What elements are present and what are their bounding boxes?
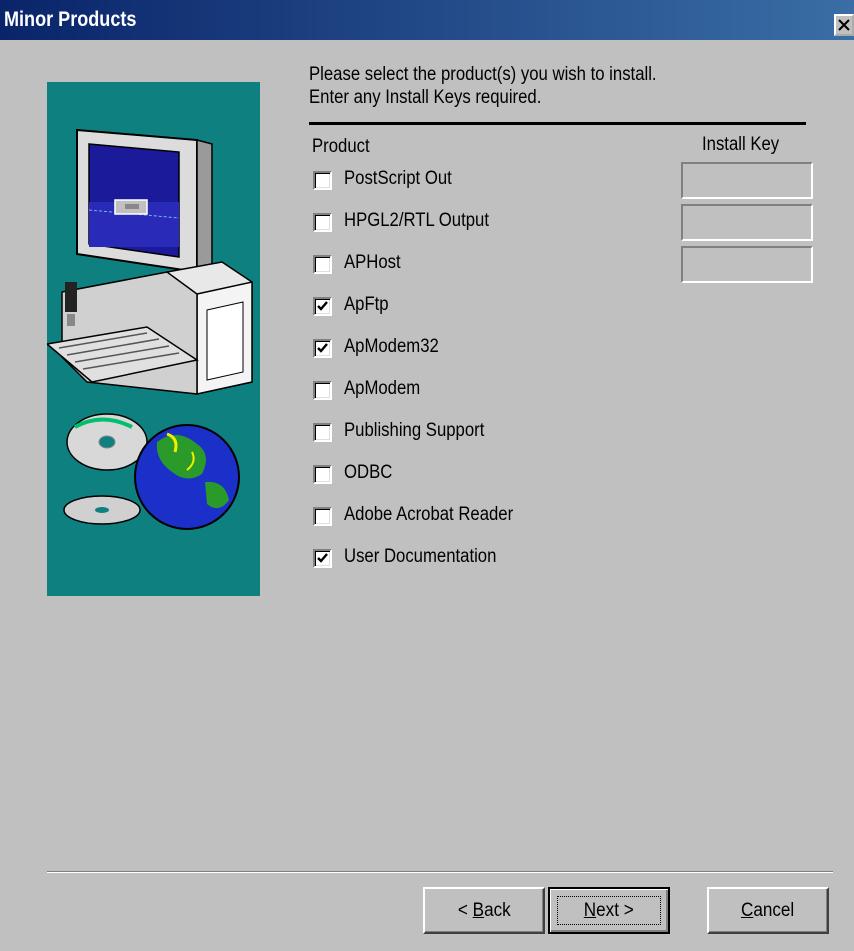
instructions-line-1: Please select the product(s) you wish to… <box>309 64 657 85</box>
checkmark-icon <box>317 553 328 563</box>
window-title: Minor Products <box>4 8 137 31</box>
checkmark-icon <box>317 301 328 311</box>
back-button[interactable]: < Back <box>423 887 545 934</box>
product-checkbox[interactable] <box>313 213 332 232</box>
product-label[interactable]: ApFtp <box>344 294 389 316</box>
computer-globe-illustration <box>45 128 253 530</box>
minor-products-dialog: Minor Products Please select the product… <box>0 0 854 951</box>
title-bar[interactable]: Minor Products <box>0 0 854 40</box>
next-button-label: ext > <box>596 900 634 921</box>
checkmark-icon <box>317 343 328 353</box>
instructions-line-2: Enter any Install Keys required. <box>309 87 542 108</box>
install-key-input[interactable] <box>681 204 813 241</box>
product-label[interactable]: ApModem <box>344 378 420 400</box>
product-checkbox[interactable] <box>313 465 332 484</box>
product-checkbox[interactable] <box>313 507 332 526</box>
instructions: Please select the product(s) you wish to… <box>309 63 657 109</box>
install-key-input[interactable] <box>681 246 813 283</box>
next-button-mnemonic: N <box>584 900 597 921</box>
product-label[interactable]: User Documentation <box>344 546 496 568</box>
back-button-label: ack <box>483 900 511 921</box>
install-key-column-header: Install Key <box>702 134 780 155</box>
product-checkbox[interactable] <box>313 171 332 190</box>
product-checkbox[interactable] <box>313 255 332 274</box>
product-checkbox[interactable] <box>313 549 332 568</box>
cancel-button[interactable]: Cancel <box>707 887 829 934</box>
product-column-header: Product <box>312 136 370 157</box>
back-button-prefix: < <box>457 900 473 921</box>
product-label[interactable]: ApModem32 <box>344 336 439 358</box>
next-button[interactable]: Next > <box>548 887 670 934</box>
cancel-button-mnemonic: C <box>741 900 754 921</box>
product-checkbox[interactable] <box>313 339 332 358</box>
close-button[interactable] <box>834 14 854 36</box>
product-label[interactable]: ODBC <box>344 462 392 484</box>
close-icon <box>838 19 850 31</box>
product-label[interactable]: APHost <box>344 252 401 274</box>
product-checkbox[interactable] <box>313 381 332 400</box>
footer-divider-highlight <box>47 872 833 873</box>
cancel-button-label: ancel <box>753 900 795 921</box>
product-label[interactable]: Publishing Support <box>344 420 484 442</box>
product-label[interactable]: Adobe Acrobat Reader <box>344 504 513 526</box>
product-label[interactable]: HPGL2/RTL Output <box>344 210 489 232</box>
product-checkbox[interactable] <box>313 297 332 316</box>
back-button-mnemonic: B <box>472 900 484 921</box>
install-key-input[interactable] <box>681 162 813 199</box>
product-checkbox[interactable] <box>313 423 332 442</box>
product-illustration <box>45 82 260 596</box>
product-label[interactable]: PostScript Out <box>344 168 452 190</box>
header-divider <box>309 122 806 125</box>
